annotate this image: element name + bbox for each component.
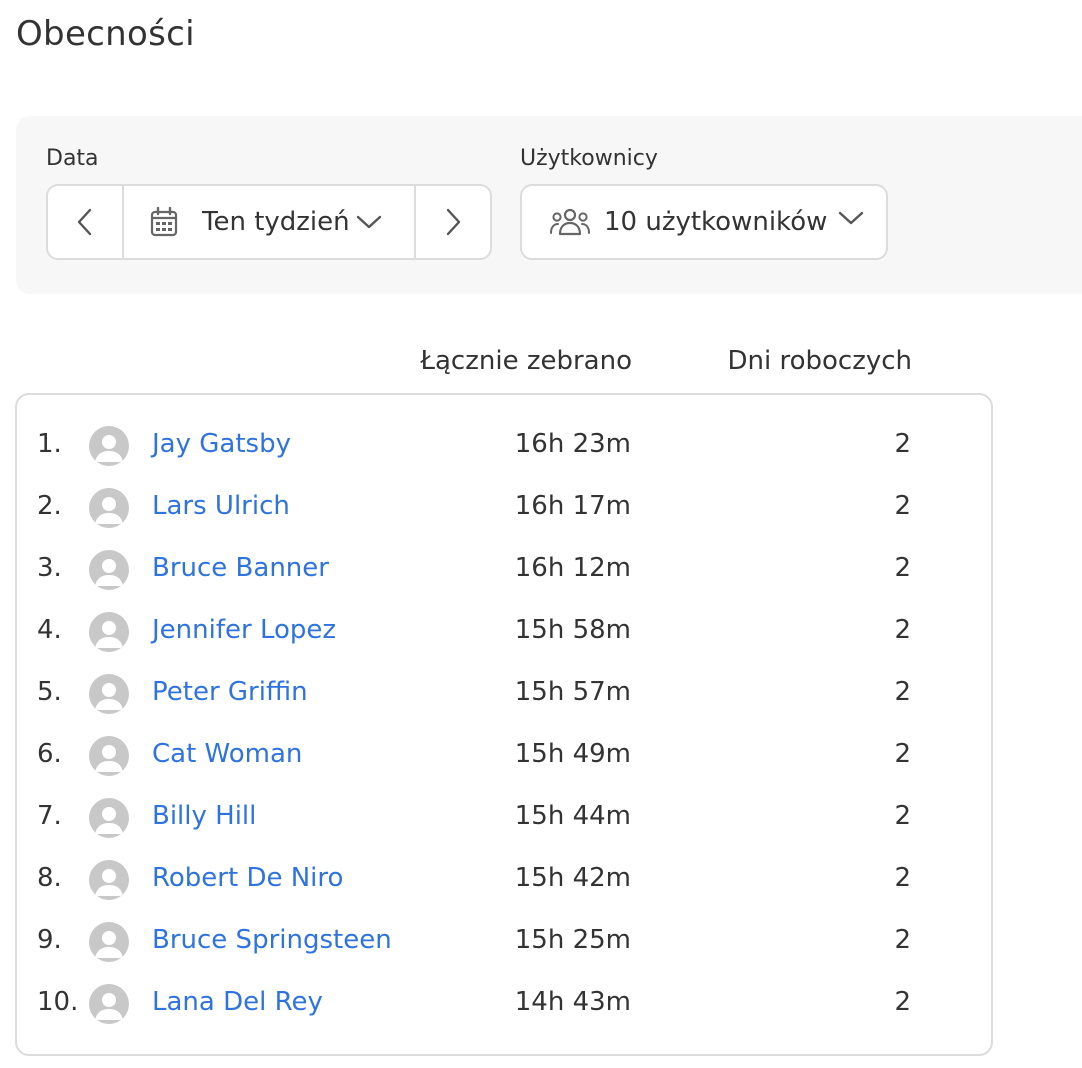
- row-working-days: 2: [894, 491, 911, 521]
- attendance-table: 1. Jay Gatsby 16h 23m 2 2. Lars Ulrich 1…: [15, 393, 993, 1056]
- row-total-time: 16h 12m: [514, 553, 631, 583]
- avatar-placeholder-icon: [89, 922, 129, 962]
- table-row: 6. Cat Woman 15h 49m 2: [17, 725, 991, 787]
- row-rank: 6.: [37, 739, 62, 769]
- filter-panel: Data Użytkownicy Ten tydzień 10 użytkown…: [16, 116, 1082, 294]
- avatar-placeholder-icon: [89, 860, 129, 900]
- users-dropdown-value: 10 użytkowników: [604, 207, 828, 237]
- row-rank: 2.: [37, 491, 62, 521]
- row-rank: 9.: [37, 925, 62, 955]
- row-total-time: 15h 25m: [514, 925, 631, 955]
- row-total-time: 15h 58m: [514, 615, 631, 645]
- row-working-days: 2: [894, 677, 911, 707]
- column-header-total: Łącznie zebrano: [420, 346, 632, 376]
- user-name-link[interactable]: Bruce Springsteen: [152, 925, 392, 955]
- user-name-link[interactable]: Robert De Niro: [152, 863, 343, 893]
- table-row: 8. Robert De Niro 15h 42m 2: [17, 849, 991, 911]
- avatar-placeholder-icon: [89, 798, 129, 838]
- table-row: 2. Lars Ulrich 16h 17m 2: [17, 477, 991, 539]
- row-total-time: 15h 42m: [514, 863, 631, 893]
- row-working-days: 2: [894, 987, 911, 1017]
- table-row: 9. Bruce Springsteen 15h 25m 2: [17, 911, 991, 973]
- row-total-time: 16h 23m: [514, 429, 631, 459]
- user-name-link[interactable]: Lars Ulrich: [152, 491, 290, 521]
- user-name-link[interactable]: Peter Griffin: [152, 677, 308, 707]
- avatar-placeholder-icon: [89, 674, 129, 714]
- row-working-days: 2: [894, 553, 911, 583]
- table-row: 7. Billy Hill 15h 44m 2: [17, 787, 991, 849]
- row-working-days: 2: [894, 925, 911, 955]
- date-filter-label: Data: [46, 146, 99, 171]
- user-name-link[interactable]: Lana Del Rey: [152, 987, 323, 1017]
- user-name-link[interactable]: Jennifer Lopez: [152, 615, 336, 645]
- user-name-link[interactable]: Jay Gatsby: [152, 429, 291, 459]
- row-working-days: 2: [894, 739, 911, 769]
- avatar-placeholder-icon: [89, 984, 129, 1024]
- row-working-days: 2: [894, 863, 911, 893]
- column-header-days: Dni roboczych: [727, 346, 912, 376]
- row-total-time: 15h 57m: [514, 677, 631, 707]
- users-dropdown[interactable]: 10 użytkowników: [520, 184, 888, 260]
- chevron-left-icon: [77, 208, 92, 236]
- user-name-link[interactable]: Bruce Banner: [152, 553, 329, 583]
- users-group-icon: [550, 208, 590, 236]
- row-rank: 7.: [37, 801, 62, 831]
- table-row: 1. Jay Gatsby 16h 23m 2: [17, 415, 991, 477]
- date-range-value: Ten tydzień: [202, 207, 350, 237]
- avatar-placeholder-icon: [89, 488, 129, 528]
- date-range-dropdown[interactable]: Ten tydzień: [124, 186, 414, 258]
- row-rank: 8.: [37, 863, 62, 893]
- user-name-link[interactable]: Billy Hill: [152, 801, 256, 831]
- row-total-time: 15h 44m: [514, 801, 631, 831]
- row-working-days: 2: [894, 801, 911, 831]
- chevron-right-icon: [446, 208, 461, 236]
- avatar-placeholder-icon: [89, 426, 129, 466]
- row-working-days: 2: [894, 429, 911, 459]
- row-total-time: 14h 43m: [514, 987, 631, 1017]
- table-row: 10. Lana Del Rey 14h 43m 2: [17, 973, 991, 1035]
- row-rank: 10.: [37, 987, 79, 1017]
- row-working-days: 2: [894, 615, 911, 645]
- avatar-placeholder-icon: [89, 550, 129, 590]
- chevron-down-icon: [838, 210, 864, 230]
- row-rank: 1.: [37, 429, 62, 459]
- avatar-placeholder-icon: [89, 612, 129, 652]
- row-total-time: 16h 17m: [514, 491, 631, 521]
- row-rank: 5.: [37, 677, 62, 707]
- date-range-control: Ten tydzień: [46, 184, 492, 260]
- calendar-icon: [150, 207, 178, 237]
- page-title: Obecności: [16, 14, 195, 54]
- table-row: 3. Bruce Banner 16h 12m 2: [17, 539, 991, 601]
- previous-period-button[interactable]: [48, 186, 124, 258]
- chevron-down-icon: [356, 214, 382, 230]
- table-row: 4. Jennifer Lopez 15h 58m 2: [17, 601, 991, 663]
- table-row: 5. Peter Griffin 15h 57m 2: [17, 663, 991, 725]
- row-total-time: 15h 49m: [514, 739, 631, 769]
- next-period-button[interactable]: [414, 186, 490, 258]
- row-rank: 4.: [37, 615, 62, 645]
- users-filter-label: Użytkownicy: [520, 146, 658, 171]
- row-rank: 3.: [37, 553, 62, 583]
- user-name-link[interactable]: Cat Woman: [152, 739, 302, 769]
- avatar-placeholder-icon: [89, 736, 129, 776]
